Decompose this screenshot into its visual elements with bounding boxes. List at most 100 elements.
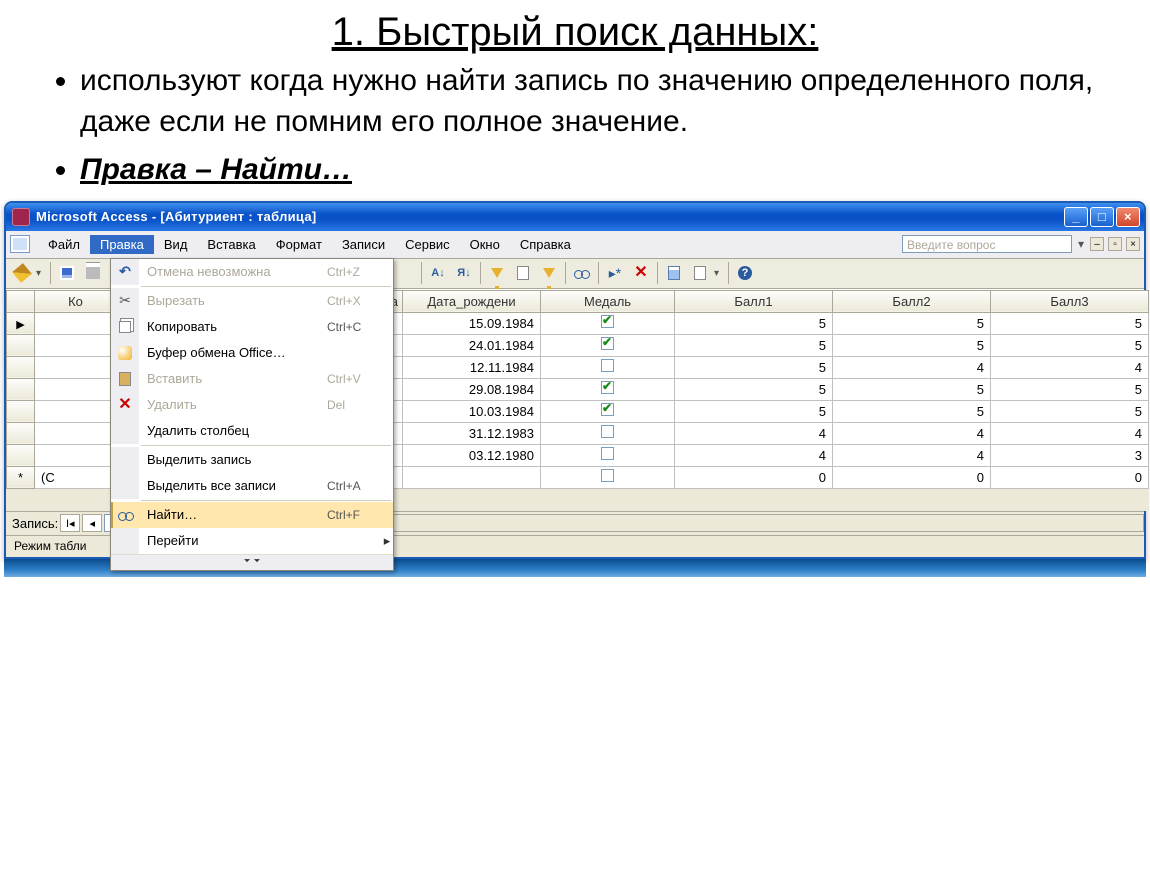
new-object-dropdown-icon[interactable]: ▾ (714, 268, 724, 279)
ask-a-question-input[interactable]: Введите вопрос (902, 235, 1072, 253)
cell-medal[interactable] (541, 334, 675, 356)
recnav-first-button[interactable]: I◂ (60, 514, 80, 532)
cell-b2[interactable]: 5 (833, 400, 991, 422)
cell-medal[interactable] (541, 466, 675, 488)
cell-covered[interactable] (35, 312, 117, 334)
row-selector[interactable] (7, 444, 35, 466)
cell-date[interactable]: 31.12.1983 (403, 422, 541, 444)
filter-selection-button[interactable] (485, 261, 509, 285)
save-button[interactable] (55, 261, 79, 285)
cell-medal[interactable] (541, 356, 675, 378)
col-ball1[interactable]: Балл1 (675, 290, 833, 312)
cell-b2[interactable]: 0 (833, 466, 991, 488)
cell-covered[interactable] (35, 444, 117, 466)
sort-desc-button[interactable]: Я↓ (452, 261, 476, 285)
menu-service[interactable]: Сервис (395, 235, 460, 254)
cell-date[interactable]: 03.12.1980 (403, 444, 541, 466)
menu-help[interactable]: Справка (510, 235, 581, 254)
cell-b2[interactable]: 5 (833, 378, 991, 400)
title-bar[interactable]: Microsoft Access - [Абитуриент : таблица… (6, 203, 1144, 231)
cell-medal[interactable] (541, 312, 675, 334)
sort-asc-button[interactable]: А↓ (426, 261, 450, 285)
cell-b3[interactable]: 4 (991, 422, 1149, 444)
help-button[interactable]: ? (733, 261, 757, 285)
cell-b3[interactable]: 5 (991, 400, 1149, 422)
menu-insert[interactable]: Вставка (197, 235, 265, 254)
cell-covered[interactable] (35, 356, 117, 378)
cell-b3[interactable]: 3 (991, 444, 1149, 466)
menu-item-перейти[interactable]: Перейти▸ (111, 528, 393, 554)
cell-date[interactable]: 10.03.1984 (403, 400, 541, 422)
row-selector[interactable] (7, 400, 35, 422)
cell-b2[interactable]: 5 (833, 312, 991, 334)
cell-b3[interactable]: 4 (991, 356, 1149, 378)
cell-b1[interactable]: 4 (675, 444, 833, 466)
cell-date[interactable]: 24.01.1984 (403, 334, 541, 356)
apply-filter-button[interactable] (537, 261, 561, 285)
menu-item-выделить-все-записи[interactable]: Выделить все записиCtrl+A (111, 473, 393, 499)
maximize-button[interactable]: □ (1090, 207, 1114, 227)
menu-records[interactable]: Записи (332, 235, 395, 254)
mdi-minimize-button[interactable]: – (1090, 237, 1104, 251)
cell-b2[interactable]: 4 (833, 444, 991, 466)
cell-b1[interactable]: 5 (675, 378, 833, 400)
cell-date[interactable]: 29.08.1984 (403, 378, 541, 400)
checkbox-icon[interactable] (601, 315, 614, 328)
cell-covered[interactable] (35, 400, 117, 422)
menu-view[interactable]: Вид (154, 235, 198, 254)
cell-b1[interactable]: 5 (675, 356, 833, 378)
cell-medal[interactable] (541, 422, 675, 444)
cell-b1[interactable]: 5 (675, 312, 833, 334)
cell-b2[interactable]: 4 (833, 356, 991, 378)
cell-b3[interactable]: 5 (991, 312, 1149, 334)
corner-cell[interactable] (7, 290, 35, 312)
menu-item-удалить-столбец[interactable]: Удалить столбец (111, 418, 393, 444)
new-object-button[interactable] (688, 261, 712, 285)
menu-file[interactable]: Файл (38, 235, 90, 254)
row-selector-new[interactable]: * (7, 466, 35, 488)
checkbox-icon[interactable] (601, 381, 614, 394)
cell-covered[interactable] (35, 334, 117, 356)
cell-b1[interactable]: 5 (675, 400, 833, 422)
cell-b1[interactable]: 0 (675, 466, 833, 488)
menu-item-копировать[interactable]: КопироватьCtrl+C (111, 314, 393, 340)
filter-form-button[interactable] (511, 261, 535, 285)
cell-b3[interactable]: 5 (991, 334, 1149, 356)
col-ball2[interactable]: Балл2 (833, 290, 991, 312)
print-button[interactable] (81, 261, 105, 285)
close-button[interactable]: × (1116, 207, 1140, 227)
col-partial-1[interactable]: Ко (35, 290, 117, 312)
row-selector[interactable] (7, 378, 35, 400)
cell-date[interactable]: 15.09.1984 (403, 312, 541, 334)
cell-date[interactable]: 12.11.1984 (403, 356, 541, 378)
row-selector[interactable]: ▶ (7, 312, 35, 334)
database-window-button[interactable] (662, 261, 686, 285)
checkbox-icon[interactable] (601, 359, 614, 372)
cell-b1[interactable]: 5 (675, 334, 833, 356)
delete-record-button[interactable]: ✕ (629, 261, 653, 285)
cell-covered[interactable] (35, 378, 117, 400)
checkbox-icon[interactable] (601, 447, 614, 460)
cell-date[interactable] (403, 466, 541, 488)
view-button[interactable] (10, 261, 34, 285)
col-medal[interactable]: Медаль (541, 290, 675, 312)
row-selector[interactable] (7, 422, 35, 444)
cell-b2[interactable]: 5 (833, 334, 991, 356)
menu-item-найти-[interactable]: Найти…Ctrl+F (111, 502, 393, 528)
cell-new-placeholder[interactable]: (С (35, 466, 117, 488)
cell-covered[interactable] (35, 422, 117, 444)
mdi-close-button[interactable]: × (1126, 237, 1140, 251)
cell-medal[interactable] (541, 378, 675, 400)
menu-edit[interactable]: Правка (90, 235, 154, 254)
find-button[interactable] (570, 261, 594, 285)
row-selector[interactable] (7, 356, 35, 378)
menu-format[interactable]: Формат (266, 235, 332, 254)
checkbox-icon[interactable] (601, 337, 614, 350)
recnav-prev-button[interactable]: ◂ (82, 514, 102, 532)
col-date[interactable]: Дата_рождени (403, 290, 541, 312)
cell-medal[interactable] (541, 444, 675, 466)
cell-b1[interactable]: 4 (675, 422, 833, 444)
cell-b3[interactable]: 5 (991, 378, 1149, 400)
menu-expand-button[interactable]: ▼▼ (111, 554, 393, 570)
menu-item-выделить-запись[interactable]: Выделить запись (111, 447, 393, 473)
